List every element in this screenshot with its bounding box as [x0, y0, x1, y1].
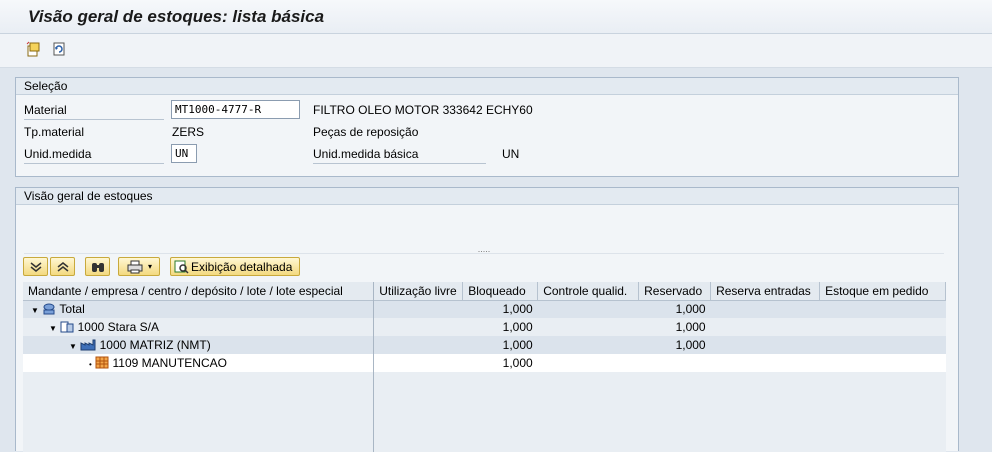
expand-arrow-icon[interactable]: ▼ [49, 324, 57, 333]
chevron-down-icon: ▾ [147, 262, 152, 271]
cell-blocked: 1,000 [502, 356, 533, 370]
cell-reserved-receipts [711, 336, 820, 354]
cell-quality-control [538, 354, 639, 372]
print-button[interactable]: ▾ [118, 257, 160, 276]
unit-label: Unid.medida [24, 144, 164, 164]
column-header-on-order[interactable]: Estoque em pedido [819, 282, 946, 301]
cell-free-use [374, 336, 463, 354]
tree-node-label: 1109 MANUTENCAO [112, 356, 227, 370]
leaf-bullet-icon: • [89, 360, 92, 369]
cell-free-use [374, 318, 463, 336]
cell-on-order [820, 300, 946, 318]
tree-node-plant[interactable]: ▼ 1000 MATRIZ (NMT) [23, 336, 374, 354]
page-title: Visão geral de estoques: lista básica [28, 7, 325, 26]
expand-all-icon [30, 261, 41, 272]
base-unit-label: Unid.medida básica [313, 144, 486, 164]
cell-on-order [820, 318, 946, 336]
tree-node-total[interactable]: ▼ Total [23, 300, 374, 318]
cell-reserved: 1,000 [675, 320, 706, 334]
column-header-quality-control[interactable]: Controle qualid. [537, 282, 640, 301]
cell-blocked: 1,000 [502, 320, 533, 334]
company-icon [60, 321, 74, 333]
cell-reserved: 1,000 [675, 302, 706, 317]
tree-node-storage-location[interactable]: • 1109 MANUTENCAO [23, 354, 374, 372]
cell-quality-control [538, 336, 639, 354]
binoculars-icon [91, 262, 104, 272]
expand-arrow-icon[interactable]: ▼ [69, 342, 77, 351]
cell-quality-control [538, 300, 639, 318]
selection-header: Seleção [16, 78, 958, 95]
cell-reserved-receipts [711, 318, 820, 336]
printer-icon [127, 260, 143, 273]
stock-overview-header: Visão geral de estoques [16, 188, 958, 205]
factory-icon [80, 339, 96, 351]
tree-node-company[interactable]: ▼ 1000 Stara S/A [23, 318, 374, 336]
cell-on-order [820, 336, 946, 354]
material-type-value: ZERS [172, 125, 205, 139]
new-document-icon[interactable] [24, 40, 42, 58]
expand-arrow-icon[interactable]: ▼ [31, 306, 39, 315]
cell-reserved-receipts [711, 300, 820, 318]
warehouse-icon [95, 356, 109, 369]
cell-reserved-receipts [711, 354, 820, 372]
cell-reserved [639, 354, 711, 372]
material-label: Material [24, 100, 164, 120]
table-row[interactable]: ▼ Total 1,000 1,000 [23, 300, 946, 318]
cell-reserved: 1,000 [675, 338, 706, 352]
base-unit-value: UN [502, 147, 520, 161]
find-button[interactable] [85, 257, 110, 276]
refresh-icon[interactable] [50, 40, 68, 58]
unit-input[interactable]: UN [171, 144, 197, 163]
material-input[interactable]: MT1000-4777-R [171, 100, 300, 119]
stock-tree-table: Mandante / empresa / centro / depósito /… [23, 282, 946, 452]
application-toolbar [0, 34, 992, 68]
collapse-all-button[interactable] [50, 257, 75, 276]
cell-free-use [374, 300, 463, 318]
detail-view-icon [174, 260, 189, 274]
scale-icon [43, 303, 55, 315]
tree-node-label: 1000 Stara S/A [77, 320, 159, 334]
table-row[interactable]: ▼ 1000 MATRIZ (NMT) 1,000 1,000 [23, 336, 946, 354]
tree-node-label: Total [59, 302, 85, 317]
table-toolbar: ▾ Exibição detalhada [23, 257, 953, 277]
stock-overview-group: Visão geral de estoques ..... ▾ Exibição… [15, 187, 959, 452]
column-header-reserved[interactable]: Reservado [638, 282, 712, 301]
cell-blocked: 1,000 [502, 302, 533, 317]
table-row[interactable]: ▼ 1000 Stara S/A 1,000 1,000 [23, 318, 946, 336]
selection-group: Seleção Material MT1000-4777-R FILTRO OL… [15, 77, 959, 177]
column-header-blocked[interactable]: Bloqueado [462, 282, 539, 301]
cell-free-use [374, 354, 463, 372]
expand-all-button[interactable] [23, 257, 48, 276]
cell-on-order [820, 354, 946, 372]
detail-view-button[interactable]: Exibição detalhada [170, 257, 300, 276]
column-header-reserved-receipts[interactable]: Reserva entradas [710, 282, 821, 301]
material-type-label: Tp.material [24, 125, 85, 139]
cell-blocked: 1,000 [502, 338, 533, 352]
material-type-description: Peças de reposição [313, 125, 419, 139]
material-description: FILTRO OLEO MOTOR 333642 ECHY60 [313, 103, 533, 117]
cell-quality-control [538, 318, 639, 336]
tree-node-label: 1000 MATRIZ (NMT) [99, 338, 211, 352]
collapse-all-icon [57, 261, 68, 272]
table-row[interactable]: • 1109 MANUTENCAO 1,000 [23, 354, 946, 372]
detail-view-label: Exibição detalhada [191, 259, 293, 274]
splitter[interactable]: ..... [24, 245, 944, 254]
column-header-free-use[interactable]: Utilização livre [373, 282, 464, 301]
column-header-hierarchy[interactable]: Mandante / empresa / centro / depósito /… [23, 282, 375, 301]
title-bar: Visão geral de estoques: lista básica [0, 0, 992, 34]
